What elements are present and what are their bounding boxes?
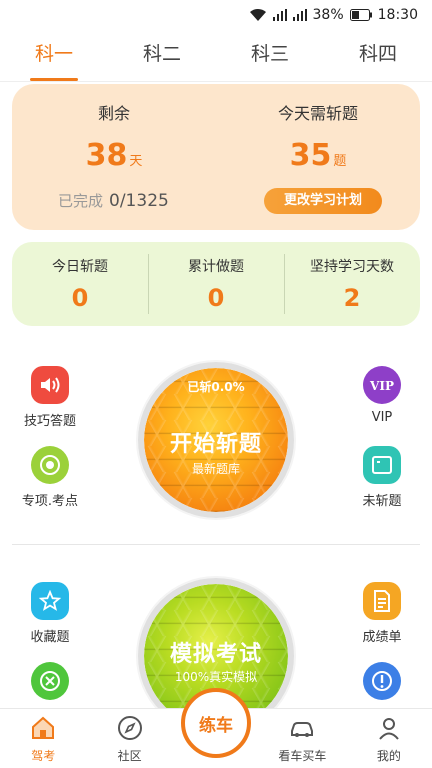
vip-button[interactable]: VIP VIP	[342, 366, 422, 425]
vip-crown-icon: VIP	[363, 366, 401, 404]
remaining-label: 剩余	[97, 104, 130, 123]
skill-answer-button[interactable]: 技巧答题	[10, 366, 90, 429]
signal-icon-2	[292, 9, 307, 21]
tab-ke2[interactable]: 科二	[108, 30, 216, 81]
special-topic-label: 专项.考点	[21, 494, 79, 509]
unanswered-button[interactable]: 未斩题	[342, 446, 422, 509]
practice-car-button[interactable]: 练车	[181, 688, 251, 758]
stat-today: 今日斩题 0	[12, 242, 148, 326]
stat-label: 累计做题	[188, 259, 244, 275]
svg-text:VIP: VIP	[369, 379, 394, 393]
start-practice-button[interactable]: 已斩0.0% 开始斩题 最新题库	[138, 362, 294, 518]
study-plan-card: 剩余 38 天 今天需斩题 35 题 已完成 0/1325 更改学习计划	[12, 84, 420, 230]
stat-label: 坚持学习天数	[310, 259, 394, 275]
exam-tips-button[interactable]	[342, 662, 422, 700]
stat-value: 2	[343, 284, 361, 312]
today-value: 35 题	[216, 138, 420, 173]
skill-answer-label: 技巧答题	[23, 414, 76, 429]
wifi-icon	[249, 8, 267, 22]
stats-card: 今日斩题 0 累计做题 0 坚持学习天数 2	[12, 242, 420, 326]
speaker-icon	[31, 366, 69, 404]
tab-ke4[interactable]: 科四	[324, 30, 432, 81]
signal-icon	[272, 9, 287, 21]
battery-percent: 38%	[312, 7, 344, 23]
section-divider	[12, 544, 420, 545]
target-icon	[31, 446, 69, 484]
tab-ke1[interactable]: 科一	[0, 30, 108, 81]
stat-total: 累计做题 0	[148, 242, 284, 326]
star-icon	[31, 582, 69, 620]
exclamation-circle-icon	[363, 662, 401, 700]
special-topic-button[interactable]: 专项.考点	[10, 446, 90, 509]
favorites-button[interactable]: 收藏题	[10, 582, 90, 645]
completed-value: 0/1325	[109, 191, 169, 211]
today-label: 今天需斩题	[277, 104, 358, 123]
favorites-label: 收藏题	[30, 630, 70, 645]
clock: 18:30	[377, 7, 418, 23]
nav-buy-car-label: 看车买车	[278, 749, 327, 763]
nav-drive-exam[interactable]: 驾考	[0, 709, 86, 768]
compass-icon	[117, 716, 142, 740]
stat-streak: 坚持学习天数 2	[284, 242, 420, 326]
status-bar: 38% 18:30	[0, 0, 432, 30]
unanswered-label: 未斩题	[362, 494, 402, 509]
scores-button[interactable]: 成绩单	[342, 582, 422, 645]
nav-buy-car[interactable]: 看车买车	[259, 709, 345, 768]
progress-text: 已斩0.0%	[187, 380, 245, 394]
home-icon	[32, 716, 55, 739]
close-circle-icon	[31, 662, 69, 700]
start-subtitle: 最新题库	[191, 462, 240, 476]
window-icon	[363, 446, 401, 484]
remaining-value: 38 天	[12, 138, 216, 173]
today-number: 35	[289, 138, 332, 173]
start-title: 开始斩题	[169, 432, 262, 457]
stat-label: 今日斩题	[52, 259, 108, 275]
today-unit: 题	[333, 154, 347, 169]
nav-mine[interactable]: 我的	[346, 709, 432, 768]
tab-ke3[interactable]: 科三	[216, 30, 324, 81]
nav-drive-label: 驾考	[31, 749, 56, 763]
nav-community[interactable]: 社区	[86, 709, 172, 768]
report-icon	[363, 582, 401, 620]
stat-value: 0	[71, 284, 89, 312]
remaining-days: 剩余 38 天	[12, 84, 216, 173]
remaining-number: 38	[85, 138, 128, 173]
today-target: 今天需斩题 35 题	[216, 84, 420, 173]
battery-icon	[349, 9, 372, 21]
nav-community-label: 社区	[117, 749, 142, 763]
completed-row: 已完成 0/1325	[58, 190, 169, 211]
nav-mine-label: 我的	[376, 749, 401, 763]
change-plan-button[interactable]: 更改学习计划	[264, 188, 382, 214]
stat-value: 0	[207, 284, 225, 312]
vip-label: VIP	[371, 410, 393, 425]
mock-subtitle: 100%真实模拟	[174, 670, 258, 684]
remaining-unit: 天	[129, 154, 143, 169]
completed-label: 已完成	[58, 192, 104, 210]
user-icon	[379, 718, 399, 740]
wrong-questions-button[interactable]	[10, 662, 90, 700]
subject-tabs: 科一 科二 科三 科四	[0, 30, 432, 82]
car-icon	[291, 722, 314, 737]
scores-label: 成绩单	[362, 630, 402, 645]
mock-title: 模拟考试	[169, 642, 262, 667]
